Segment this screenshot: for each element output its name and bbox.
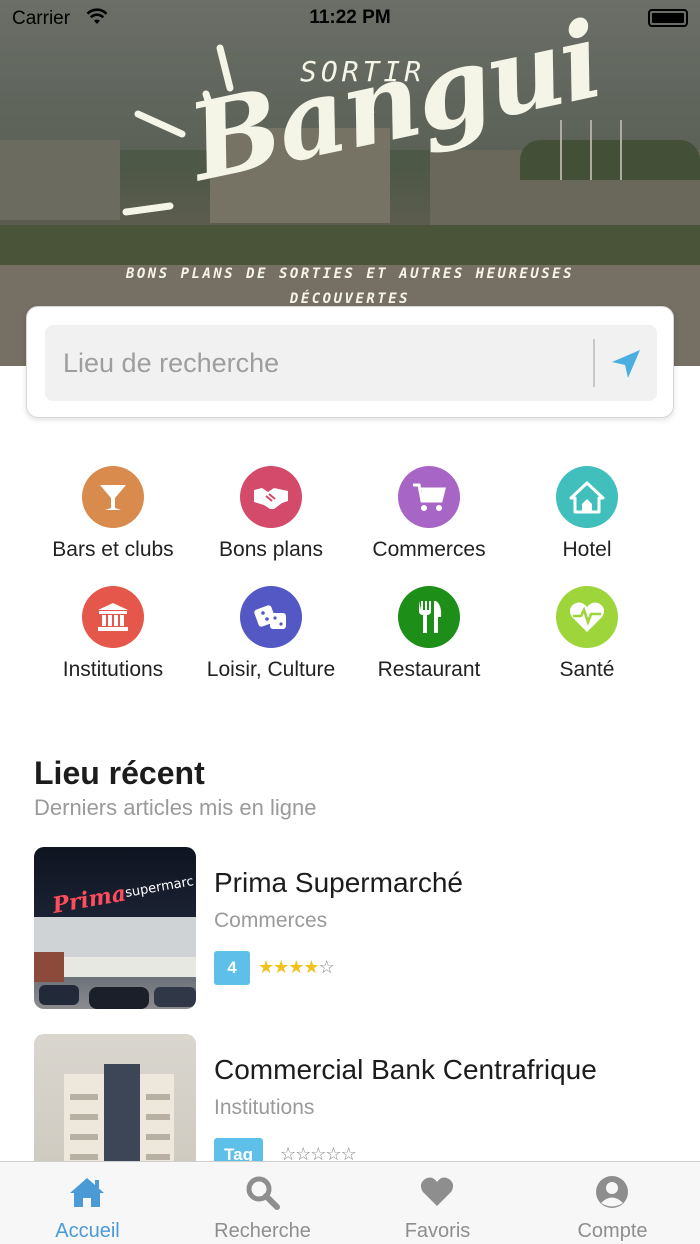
home-icon [67, 1174, 107, 1210]
star-rating: ★★★★☆ [258, 957, 335, 978]
supermarket-photo: Prima supermarc [34, 874, 196, 1009]
tab-label: Accueil [55, 1220, 120, 1242]
place-name: Commercial Bank Centrafrique [214, 1054, 597, 1085]
fork-knife-icon [398, 586, 460, 648]
tab-label: Favoris [404, 1220, 471, 1242]
category-label: Santé [559, 658, 615, 681]
status-bar: Carrier 11:22 PM [0, 0, 700, 36]
category-label: Institutions [62, 658, 164, 681]
handshake-icon [240, 466, 302, 528]
category-label: Bons plans [219, 538, 323, 561]
tab-recherche[interactable]: Recherche [175, 1162, 350, 1244]
tab-favoris[interactable]: Favoris [350, 1162, 525, 1244]
thumb-text: Prima [50, 880, 128, 919]
dice-icon [240, 586, 302, 648]
tab-label: Compte [577, 1220, 648, 1242]
category-sante[interactable]: Santé [508, 586, 666, 682]
place-card[interactable]: Prima supermarc Prima Supermarché Commer… [34, 847, 674, 1009]
star-filled-icon: ★ [303, 957, 319, 977]
section-subtitle: Derniers articles mis en ligne [34, 795, 317, 820]
shopping-cart-icon [398, 466, 460, 528]
category-label: Restaurant [377, 658, 481, 681]
place-category: Commerces [214, 909, 328, 932]
locate-button[interactable] [605, 343, 647, 385]
category-label: Hotel [562, 538, 612, 561]
tab-compte[interactable]: Compte [525, 1162, 700, 1244]
tab-accueil[interactable]: Accueil [0, 1162, 175, 1244]
battery-icon [648, 9, 688, 27]
heart-icon [417, 1174, 457, 1210]
heartbeat-icon [556, 586, 618, 648]
star-filled-icon: ★ [288, 957, 304, 977]
category-bons-plans[interactable]: Bons plans [192, 466, 350, 562]
category-loisir-culture[interactable]: Loisir, Culture [192, 586, 350, 682]
category-hotel[interactable]: Hotel [508, 466, 666, 562]
tab-label: Recherche [214, 1220, 311, 1242]
rating-badge: 4 [214, 951, 250, 985]
star-filled-icon: ★ [258, 957, 274, 977]
search-divider [593, 339, 595, 387]
category-restaurant[interactable]: Restaurant [350, 586, 508, 682]
category-institutions[interactable]: Institutions [34, 586, 192, 682]
user-circle-icon [592, 1174, 632, 1210]
section-title: Lieu récent [34, 755, 205, 791]
house-icon [556, 466, 618, 528]
category-label: Commerces [372, 538, 486, 561]
status-time: 11:22 PM [309, 7, 391, 28]
place-category: Institutions [214, 1096, 315, 1119]
location-arrow-icon [612, 350, 640, 378]
category-label: Loisir, Culture [206, 658, 336, 681]
cocktail-glass-icon [82, 466, 144, 528]
search-input[interactable] [45, 325, 585, 401]
search-box [45, 325, 657, 401]
category-label: Bars et clubs [52, 538, 174, 561]
tab-bar: Accueil Recherche Favoris Compte [0, 1161, 700, 1244]
bank-building-icon [82, 586, 144, 648]
place-thumbnail: Prima supermarc [34, 847, 196, 1009]
search-card [26, 306, 674, 418]
category-bars-et-clubs[interactable]: Bars et clubs [34, 466, 192, 562]
place-name: Prima Supermarché [214, 867, 463, 898]
star-filled-icon: ★ [273, 957, 289, 977]
thumb-text: supermarc [124, 874, 195, 901]
hero-tagline: BONS PLANS DE SORTIES ET AUTRES HEUREUSE… [125, 266, 575, 307]
category-commerces[interactable]: Commerces [350, 466, 508, 562]
search-icon [242, 1174, 282, 1210]
star-empty-icon: ☆ [318, 957, 335, 977]
